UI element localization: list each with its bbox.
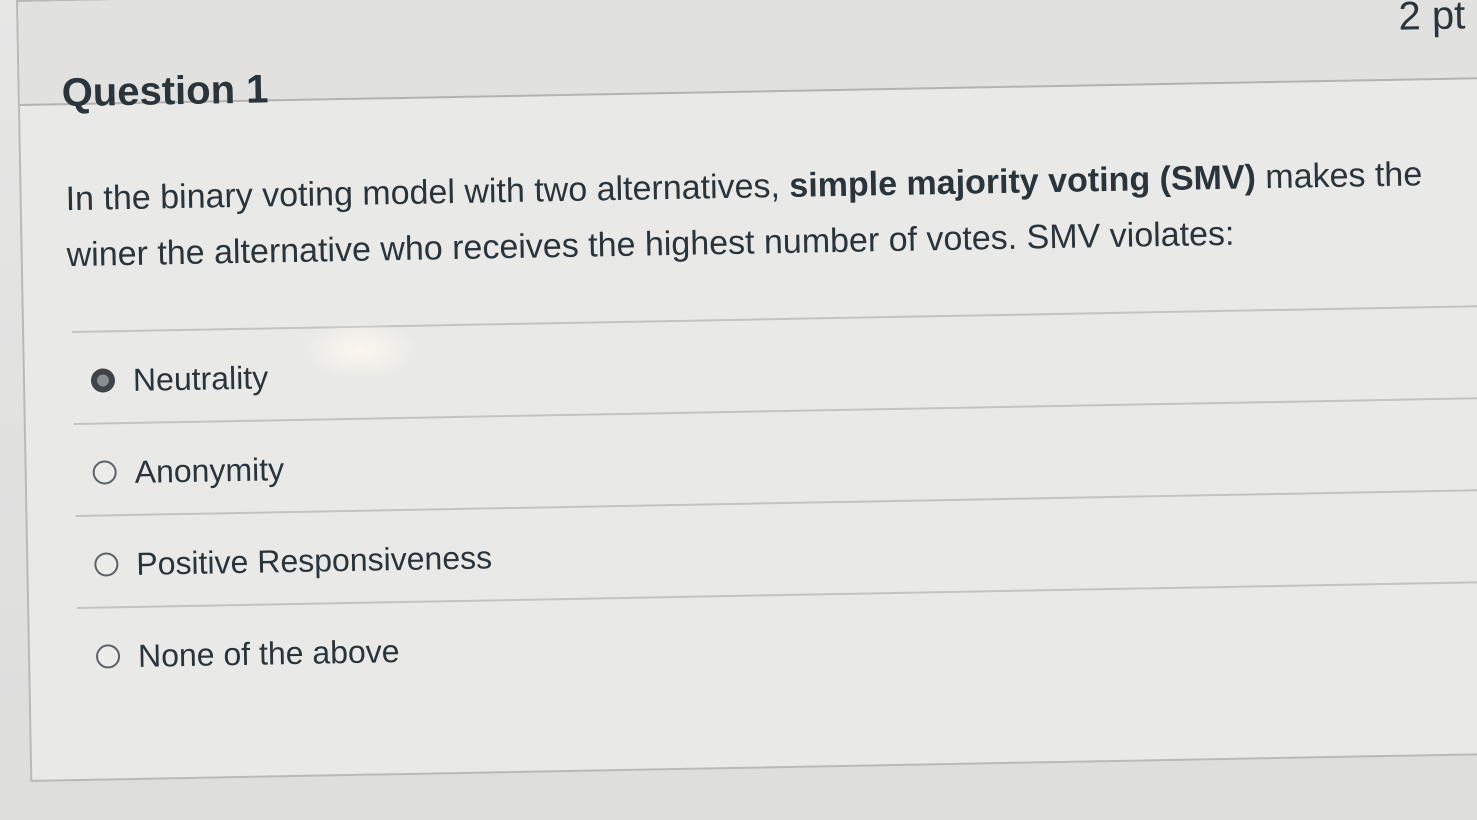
question-prompt: In the binary voting model with two alte…: [65, 145, 1477, 283]
screen-glare: [300, 320, 420, 380]
answer-label: Anonymity: [134, 451, 285, 490]
question-points: 2 pt: [1398, 0, 1466, 39]
photo-background: Question 1 2 pt In the binary voting mod…: [0, 0, 1477, 820]
radio-button-selected[interactable]: [90, 368, 116, 393]
question-header: Question 1 2 pt: [18, 0, 1477, 115]
prompt-bold-term: simple majority voting (SMV): [789, 158, 1257, 205]
answer-label: Positive Responsiveness: [136, 539, 493, 582]
answer-list: Neutrality Anonymity Positive Responsive…: [72, 303, 1477, 699]
radio-button[interactable]: [92, 460, 117, 485]
prompt-text-start: In the binary voting model with two alte…: [65, 166, 790, 219]
question-title: Question 1: [61, 67, 269, 116]
question-card: Question 1 2 pt In the binary voting mod…: [16, 0, 1477, 782]
answer-label: None of the above: [137, 633, 400, 674]
radio-button[interactable]: [94, 552, 119, 577]
radio-button[interactable]: [95, 644, 121, 669]
answer-label: Neutrality: [132, 359, 269, 398]
